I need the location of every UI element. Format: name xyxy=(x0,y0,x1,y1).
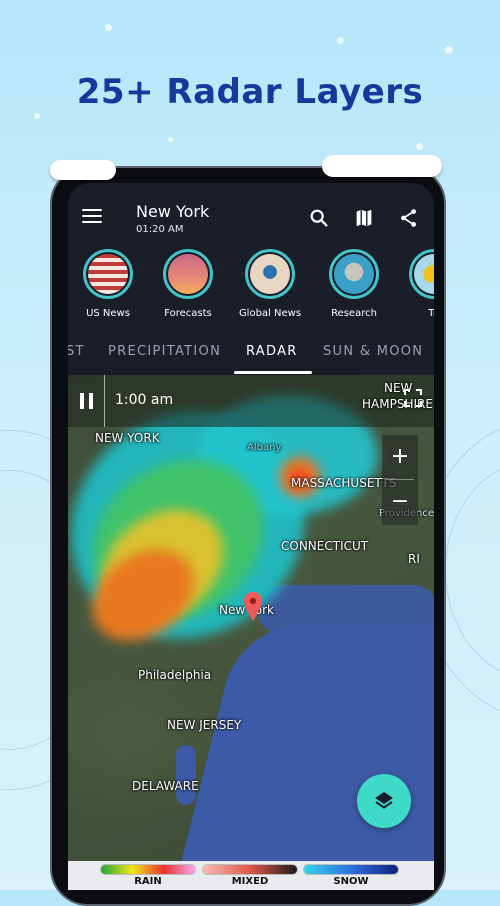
map-label-albany: Albany xyxy=(247,442,282,453)
legend-rain: RAIN xyxy=(100,864,196,887)
tab-forecast-partial[interactable]: ST xyxy=(68,344,85,359)
legend-gradient xyxy=(303,864,399,875)
map-label-massachusetts: MASSACHUSETTS xyxy=(291,476,397,490)
map-label-new-hampshire: HAMPSHIRE xyxy=(362,397,433,411)
legend-label: SNOW xyxy=(333,876,369,887)
research-thumbnail xyxy=(334,254,374,294)
legend-label: RAIN xyxy=(134,876,162,887)
tab-sun-moon[interactable]: SUN & MOON xyxy=(323,344,423,359)
app-screen: New York 01:20 AM US News Forecasts Glob… xyxy=(68,183,434,890)
legend-snow: SNOW xyxy=(303,864,399,887)
legend-mixed: MIXED xyxy=(202,864,298,887)
map-label-philadelphia: Philadelphia xyxy=(138,668,212,682)
layers-icon xyxy=(375,792,393,809)
active-tab-indicator xyxy=(234,371,312,374)
app-bar: New York 01:20 AM xyxy=(68,183,434,247)
location-time: 01:20 AM xyxy=(136,224,184,235)
story-global-news[interactable]: Global News xyxy=(234,249,306,319)
map-label-connecticut: CONNECTICUT xyxy=(281,539,369,553)
map-label-delaware: DELAWARE xyxy=(132,779,199,793)
snowflake xyxy=(445,46,453,54)
story-label: Research xyxy=(331,308,377,319)
location-title[interactable]: New York xyxy=(136,202,209,221)
tab-radar[interactable]: RADAR xyxy=(246,344,298,359)
map-label-ri: RI xyxy=(408,552,420,566)
leaf-thumbnail xyxy=(414,254,434,294)
snow-cap-right xyxy=(322,155,442,177)
map-icon[interactable] xyxy=(353,207,375,229)
menu-icon[interactable] xyxy=(82,209,102,225)
zoom-in-button[interactable]: + xyxy=(382,435,418,479)
zoom-control: + − xyxy=(382,435,418,525)
story-carousel: US News Forecasts Global News Research T… xyxy=(68,247,434,331)
story-tri[interactable]: Tri xyxy=(398,249,434,319)
radar-timestamp: 1:00 am xyxy=(115,392,174,408)
story-label: US News xyxy=(86,308,130,319)
tab-bar: ST PRECIPITATION RADAR SUN & MOON xyxy=(68,331,434,373)
share-icon[interactable] xyxy=(398,207,420,229)
snowflake xyxy=(337,37,344,44)
legend-label: MIXED xyxy=(231,876,269,887)
snowflake xyxy=(105,24,112,31)
legend-gradient xyxy=(202,864,298,875)
map-bay xyxy=(176,745,196,805)
snowflake xyxy=(34,113,40,119)
tab-precipitation[interactable]: PRECIPITATION xyxy=(108,344,221,359)
radar-legend: RAIN MIXED SNOW xyxy=(68,861,434,890)
us-flag-thumbnail xyxy=(88,254,128,294)
snow-cap-left xyxy=(50,160,116,180)
map-label-new-jersey: NEW JERSEY xyxy=(167,718,242,732)
story-label: Forecasts xyxy=(164,308,212,319)
story-us-news[interactable]: US News xyxy=(72,249,144,319)
weathervane-thumbnail xyxy=(168,254,208,294)
legend-gradient xyxy=(100,864,196,875)
promo-headline: 25+ Radar Layers xyxy=(76,72,424,112)
layers-button[interactable] xyxy=(357,774,411,828)
story-label: Tri xyxy=(428,308,434,319)
story-label: Global News xyxy=(238,308,302,319)
fullscreen-icon[interactable] xyxy=(404,389,422,407)
location-pin-icon[interactable] xyxy=(242,591,264,623)
divider xyxy=(104,375,105,427)
globe-thumbnail xyxy=(250,254,290,294)
map-sound xyxy=(258,585,434,635)
story-research[interactable]: Research xyxy=(318,249,390,319)
snowflake xyxy=(168,137,173,142)
map-label-new-york-state: NEW YORK xyxy=(95,431,160,445)
search-icon[interactable] xyxy=(308,207,330,229)
pause-icon[interactable] xyxy=(80,393,94,409)
zoom-out-button[interactable]: − xyxy=(382,480,418,524)
story-forecasts[interactable]: Forecasts xyxy=(152,249,224,319)
snowflake xyxy=(416,143,423,150)
